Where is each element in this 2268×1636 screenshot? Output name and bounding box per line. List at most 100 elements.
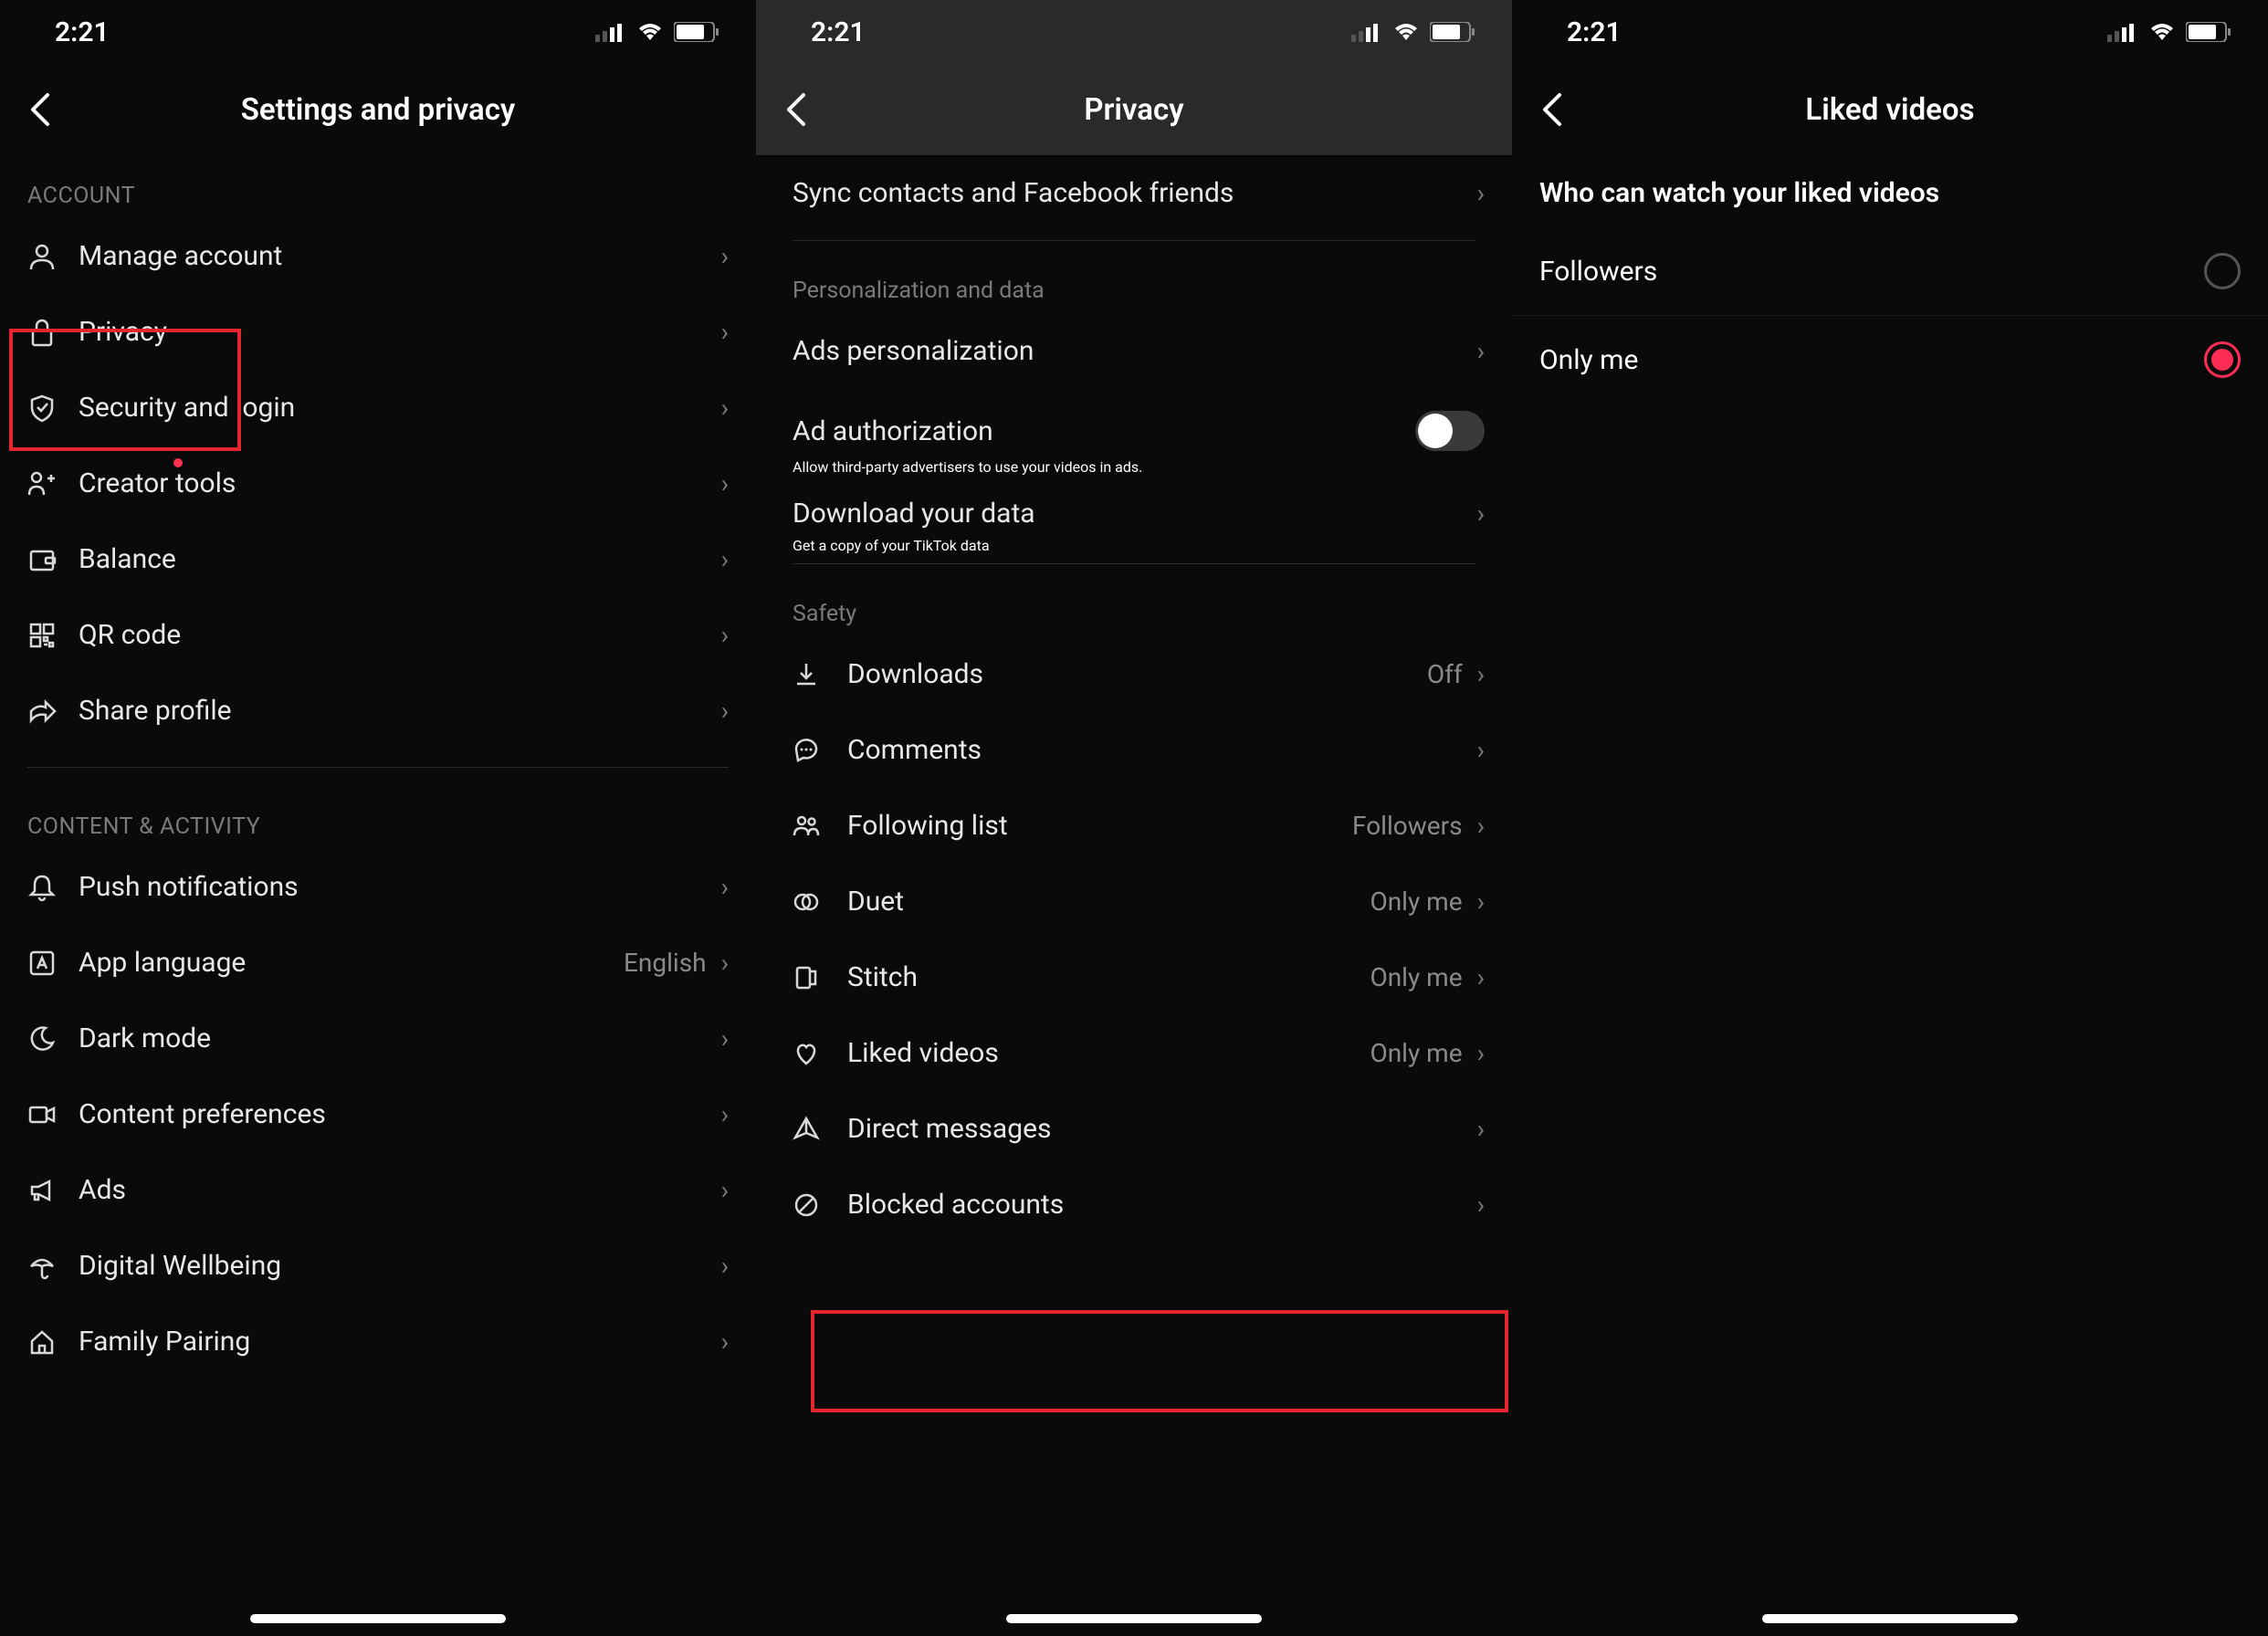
row-label: Manage account <box>79 240 721 272</box>
chevron-right-icon: › <box>1477 1190 1485 1220</box>
heart-icon <box>793 1040 820 1067</box>
toggle-ad-authorization[interactable] <box>1415 411 1485 451</box>
status-icons <box>2107 22 2231 42</box>
radio-option-only-me[interactable]: Only me <box>1512 316 2268 404</box>
status-time: 2:21 <box>55 16 110 48</box>
row-stitch[interactable]: Stitch Only me › <box>756 939 1512 1015</box>
section-header-content: CONTENT & ACTIVITY <box>0 786 756 849</box>
chevron-right-icon: › <box>1477 886 1485 917</box>
row-label: Dark mode <box>79 1022 721 1054</box>
wifi-icon <box>1391 22 1421 42</box>
row-push-notifications[interactable]: Push notifications › <box>0 849 756 925</box>
row-label: QR code <box>79 619 721 651</box>
row-label: Stitch <box>847 961 1370 993</box>
row-label: Liked videos <box>847 1037 1370 1069</box>
shield-icon <box>27 393 57 423</box>
row-label: Direct messages <box>847 1113 1477 1145</box>
row-comments[interactable]: Comments › <box>756 712 1512 788</box>
row-label: Digital Wellbeing <box>79 1250 721 1282</box>
home-indicator[interactable] <box>250 1614 506 1623</box>
download-icon <box>793 661 820 688</box>
row-following-list[interactable]: Following list Followers › <box>756 788 1512 864</box>
chevron-right-icon: › <box>721 544 729 574</box>
row-ads-personalization[interactable]: Ads personalization › <box>756 313 1512 389</box>
row-downloads[interactable]: Downloads Off › <box>756 636 1512 712</box>
chevron-right-icon: › <box>1477 811 1485 841</box>
row-creator-tools[interactable]: Creator tools › <box>0 446 756 521</box>
stitch-icon <box>793 964 820 991</box>
chevron-left-icon <box>27 91 51 128</box>
row-value: Only me <box>1370 886 1462 917</box>
chevron-right-icon: › <box>721 1175 729 1205</box>
row-privacy[interactable]: Privacy › <box>0 294 756 370</box>
row-digital-wellbeing[interactable]: Digital Wellbeing › <box>0 1228 756 1304</box>
share-icon <box>27 697 57 726</box>
row-sync-contacts[interactable]: Sync contacts and Facebook friends › <box>756 155 1512 231</box>
row-value: Only me <box>1370 962 1462 992</box>
row-label: Creator tools <box>79 467 721 499</box>
status-icons <box>1351 22 1475 42</box>
back-button[interactable] <box>783 91 807 128</box>
row-share-profile[interactable]: Share profile › <box>0 673 756 749</box>
row-value: Off <box>1427 659 1463 689</box>
status-bar: 2:21 <box>1512 0 2268 64</box>
comment-icon <box>793 737 820 764</box>
cellular-icon <box>2107 22 2138 42</box>
row-subtitle: Get a copy of your TikTok data <box>756 537 1512 554</box>
send-icon <box>793 1116 820 1143</box>
highlight-box-liked-videos <box>811 1310 1508 1412</box>
row-label: Comments <box>847 734 1477 766</box>
chevron-left-icon <box>1539 91 1563 128</box>
row-duet[interactable]: Duet Only me › <box>756 864 1512 939</box>
row-ads[interactable]: Ads › <box>0 1152 756 1228</box>
row-blocked-accounts[interactable]: Blocked accounts › <box>756 1167 1512 1243</box>
section-header-safety: Safety <box>756 573 1512 636</box>
row-family-pairing[interactable]: Family Pairing › <box>0 1304 756 1379</box>
section-heading: Who can watch your liked videos <box>1512 155 2268 227</box>
row-subtitle: Allow third-party advertisers to use you… <box>756 458 1512 476</box>
cellular-icon <box>595 22 626 42</box>
row-label: Blocked accounts <box>847 1189 1477 1221</box>
section-header-personalization: Personalization and data <box>756 250 1512 313</box>
row-content-preferences[interactable]: Content preferences › <box>0 1076 756 1152</box>
row-ad-authorization[interactable]: Ad authorization Allow third-party adver… <box>756 389 1512 476</box>
row-liked-videos[interactable]: Liked videos Only me › <box>756 1015 1512 1091</box>
chevron-right-icon: › <box>721 948 729 978</box>
row-security[interactable]: Security and login › <box>0 370 756 446</box>
row-balance[interactable]: Balance › <box>0 521 756 597</box>
row-label: Duet <box>847 886 1370 918</box>
chevron-right-icon: › <box>1477 1038 1485 1068</box>
radio-option-followers[interactable]: Followers <box>1512 227 2268 316</box>
status-time: 2:21 <box>811 16 866 48</box>
row-label: Share profile <box>79 695 721 727</box>
user-icon <box>27 242 57 271</box>
battery-icon <box>2186 22 2231 42</box>
row-label: Ads <box>79 1174 721 1206</box>
home-indicator[interactable] <box>1006 1614 1262 1623</box>
row-qr-code[interactable]: QR code › <box>0 597 756 673</box>
row-direct-messages[interactable]: Direct messages › <box>756 1091 1512 1167</box>
row-app-language[interactable]: App language English › <box>0 925 756 1001</box>
back-button[interactable] <box>27 91 51 128</box>
qr-icon <box>27 621 57 650</box>
row-label: Balance <box>79 543 721 575</box>
users-icon <box>793 813 820 840</box>
row-download-data[interactable]: Download your data › Get a copy of your … <box>756 476 1512 554</box>
row-label: App language <box>79 947 624 979</box>
status-icons <box>595 22 719 42</box>
row-dark-mode[interactable]: Dark mode › <box>0 1001 756 1076</box>
wifi-icon <box>635 22 665 42</box>
row-manage-account[interactable]: Manage account › <box>0 218 756 294</box>
cellular-icon <box>1351 22 1382 42</box>
section-header-account: ACCOUNT <box>0 155 756 218</box>
battery-icon <box>674 22 719 42</box>
row-label: Family Pairing <box>79 1326 721 1358</box>
chevron-right-icon: › <box>721 393 729 423</box>
back-button[interactable] <box>1539 91 1563 128</box>
block-icon <box>793 1191 820 1219</box>
chevron-right-icon: › <box>721 1023 729 1054</box>
home-indicator[interactable] <box>1762 1614 2018 1623</box>
chevron-right-icon: › <box>1477 659 1485 689</box>
bell-icon <box>27 873 57 902</box>
chevron-right-icon: › <box>1477 1114 1485 1144</box>
